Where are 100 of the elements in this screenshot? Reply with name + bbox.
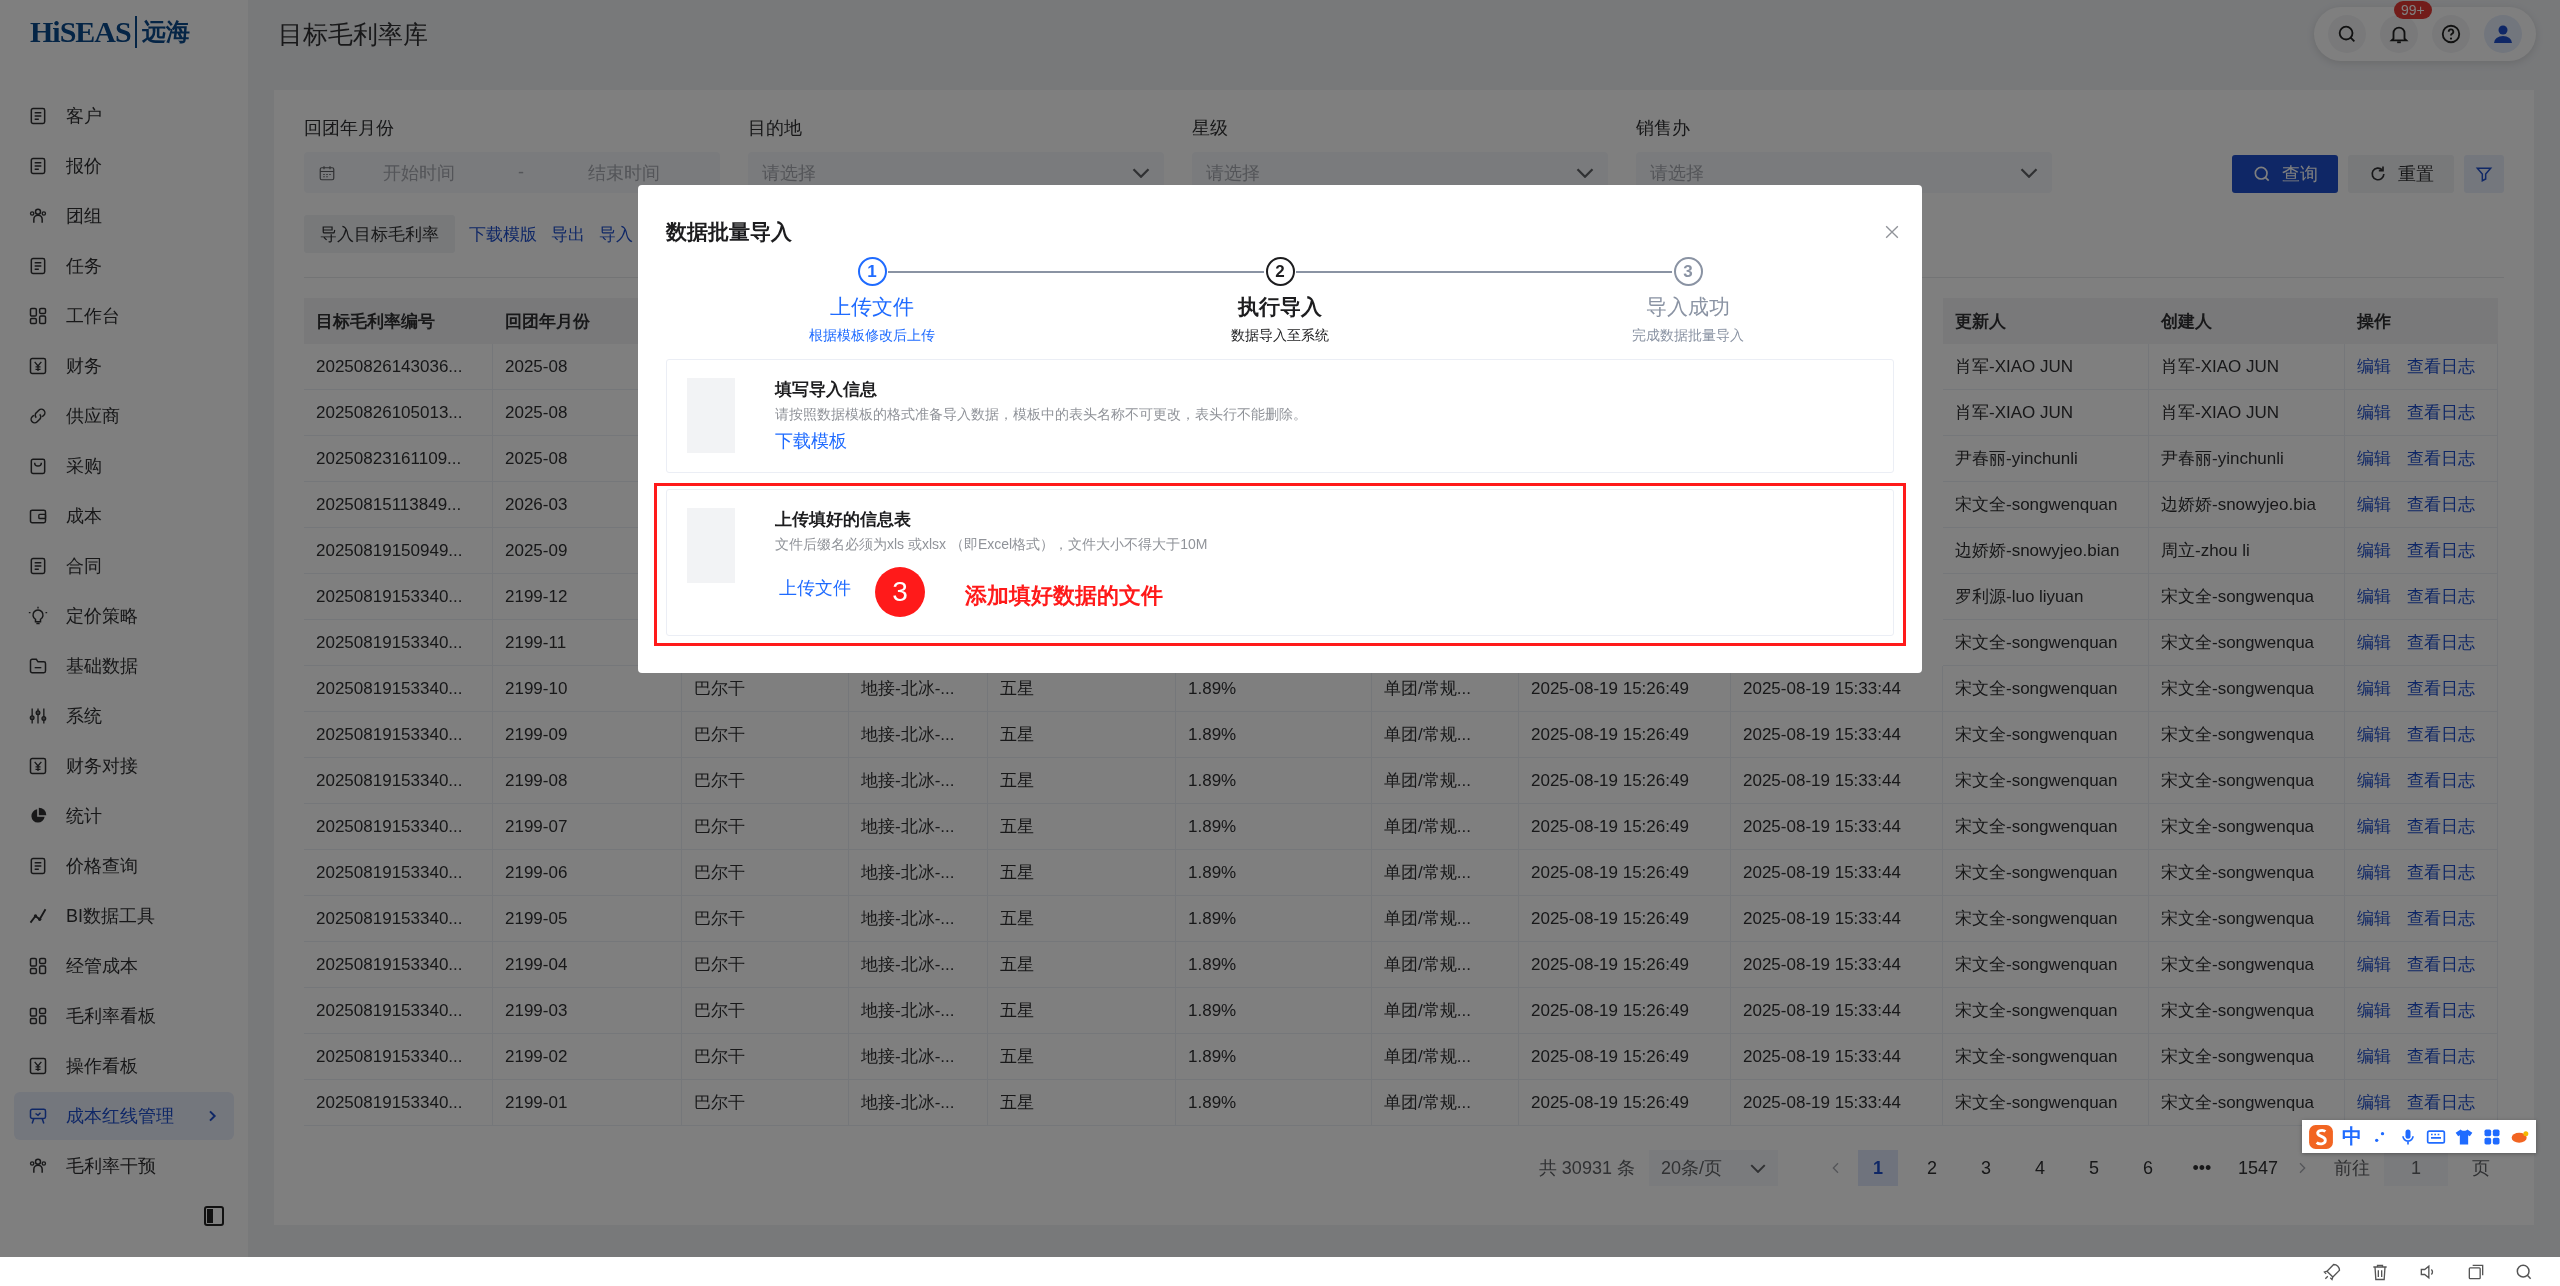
sidebar-item[interactable]: 报价 xyxy=(14,142,234,190)
table-cell: 巴尔干 xyxy=(682,1080,849,1126)
sidebar-item[interactable]: 财务对接 xyxy=(14,742,234,790)
sidebar-item[interactable]: 工作台 xyxy=(14,292,234,340)
sidebar-item[interactable]: 毛利率看板 xyxy=(14,992,234,1040)
calendar-icon xyxy=(318,163,336,182)
row-action-link[interactable]: 查看日志 xyxy=(2407,1045,2475,1068)
toolbar-link[interactable]: 下载模版 xyxy=(469,222,537,246)
sidebar-item[interactable]: 基础数据 xyxy=(14,642,234,690)
sidebar-item[interactable]: 系统 xyxy=(14,692,234,740)
row-action-link[interactable]: 编辑 xyxy=(2357,585,2391,608)
row-action-link[interactable]: 查看日志 xyxy=(2407,953,2475,976)
sidebar-item[interactable]: 统计 xyxy=(14,792,234,840)
row-action-link[interactable]: 查看日志 xyxy=(2407,585,2475,608)
import-button[interactable]: 导入目标毛利率 xyxy=(304,215,455,253)
sidebar-item[interactable]: 采购 xyxy=(14,442,234,490)
sidebar-item[interactable]: 操作看板 xyxy=(14,1042,234,1090)
row-action-link[interactable]: 编辑 xyxy=(2357,447,2391,470)
row-action-link[interactable]: 查看日志 xyxy=(2407,1091,2475,1114)
row-action-link[interactable]: 编辑 xyxy=(2357,815,2391,838)
row-action-link[interactable]: 编辑 xyxy=(2357,493,2391,516)
row-action-link[interactable]: 查看日志 xyxy=(2407,815,2475,838)
toolbar-link[interactable]: 导出 xyxy=(551,222,585,246)
page-number[interactable]: 6 xyxy=(2127,1150,2168,1186)
page-size-select[interactable]: 20条/页 xyxy=(1648,1150,1778,1186)
sidebar-item[interactable]: 供应商 xyxy=(14,392,234,440)
page-number[interactable]: 3 xyxy=(1965,1150,2006,1186)
row-action-link[interactable]: 查看日志 xyxy=(2407,769,2475,792)
sidebar-item[interactable]: 团组 xyxy=(14,192,234,240)
row-action-link[interactable]: 查看日志 xyxy=(2407,723,2475,746)
sidebar-item[interactable]: BI数据工具 xyxy=(14,892,234,940)
row-action-link[interactable]: 编辑 xyxy=(2357,1091,2391,1114)
search-button[interactable] xyxy=(2328,15,2366,53)
row-action-link[interactable]: 编辑 xyxy=(2357,999,2391,1022)
table-cell: 2025-08-19 15:33:44 xyxy=(1731,712,1943,758)
row-action-link[interactable]: 编辑 xyxy=(2357,401,2391,424)
line-chart-icon xyxy=(28,906,48,926)
table-cell: 2025-08-19 15:33:44 xyxy=(1731,942,1943,988)
table-cell: 20250819150949... xyxy=(304,528,493,574)
table-cell: 单团/常规... xyxy=(1372,804,1519,850)
filter-label: 销售办 xyxy=(1636,117,1691,140)
s-logo-icon[interactable] xyxy=(2308,1123,2334,1150)
row-action-link[interactable]: 查看日志 xyxy=(2407,493,2475,516)
page-number[interactable]: ••• xyxy=(2181,1150,2222,1186)
sidebar-item[interactable]: 客户 xyxy=(14,92,234,140)
avatar-button[interactable] xyxy=(2484,15,2522,53)
bell-button[interactable] xyxy=(2380,15,2418,53)
reset-button[interactable]: 重置 xyxy=(2348,155,2454,193)
page-number[interactable]: 5 xyxy=(2073,1150,2114,1186)
row-action-link[interactable]: 查看日志 xyxy=(2407,401,2475,424)
row-action-link[interactable]: 查看日志 xyxy=(2407,631,2475,654)
sidebar-item[interactable]: 成本红线管理 xyxy=(14,1092,234,1140)
sidebar-item[interactable]: 任务 xyxy=(14,242,234,290)
row-action-link[interactable]: 查看日志 xyxy=(2407,861,2475,884)
table-cell: 宋文全-songwenquan xyxy=(1943,712,2149,758)
sidebar-item[interactable]: 成本 xyxy=(14,492,234,540)
row-action-link[interactable]: 编辑 xyxy=(2357,1045,2391,1068)
row-action-link[interactable]: 编辑 xyxy=(2357,539,2391,562)
row-action-link[interactable]: 编辑 xyxy=(2357,631,2391,654)
page-number[interactable]: 1 xyxy=(1857,1150,1898,1186)
grid-icon xyxy=(28,956,48,976)
filter-button[interactable] xyxy=(2464,155,2504,193)
table-cell: 单团/常规... xyxy=(1372,1034,1519,1080)
table-cell: 地接-北冰-... xyxy=(849,758,988,804)
row-action-link[interactable]: 查看日志 xyxy=(2407,539,2475,562)
row-action-link[interactable]: 编辑 xyxy=(2357,861,2391,884)
row-action-link[interactable]: 查看日志 xyxy=(2407,447,2475,470)
query-button[interactable]: 查询 xyxy=(2232,155,2338,193)
sidebar-item[interactable]: 财务 xyxy=(14,342,234,390)
row-action-link[interactable]: 编辑 xyxy=(2357,953,2391,976)
page-number[interactable]: 1547 xyxy=(2235,1150,2280,1186)
link-icon xyxy=(28,406,48,426)
row-action-link[interactable]: 编辑 xyxy=(2357,723,2391,746)
help-button[interactable] xyxy=(2432,15,2470,53)
sidebar-item[interactable]: 定价策略 xyxy=(14,592,234,640)
grid-icon xyxy=(28,306,48,326)
row-action-link[interactable]: 编辑 xyxy=(2357,677,2391,700)
page-number[interactable]: 4 xyxy=(2019,1150,2060,1186)
table-cell: 尹春丽-yinchunli xyxy=(1943,436,2149,482)
row-action-link[interactable]: 查看日志 xyxy=(2407,907,2475,930)
sidebar-item[interactable]: 价格查询 xyxy=(14,842,234,890)
row-action-link[interactable]: 编辑 xyxy=(2357,355,2391,378)
sidebar-item[interactable]: 经管成本 xyxy=(14,942,234,990)
rocket-icon[interactable] xyxy=(2322,1261,2342,1282)
row-action-link[interactable]: 查看日志 xyxy=(2407,677,2475,700)
card-link[interactable]: 下载模板 xyxy=(775,429,847,453)
sidebar-item[interactable]: 毛利率干预 xyxy=(14,1142,234,1190)
sidebar-item[interactable]: 合同 xyxy=(14,542,234,590)
input-mode-toggle[interactable]: 中 xyxy=(2342,1123,2362,1150)
table-cell: 单团/常规... xyxy=(1372,942,1519,988)
page-number[interactable]: 2 xyxy=(1911,1150,1952,1186)
sidebar-toggle-icon[interactable] xyxy=(202,1204,226,1228)
row-action-link[interactable]: 编辑 xyxy=(2357,907,2391,930)
table-cell: 2025-08-19 15:26:49 xyxy=(1519,942,1731,988)
card-link[interactable]: 上传文件 xyxy=(779,576,851,600)
toolbar-link[interactable]: 导入 xyxy=(599,222,633,246)
row-action-link[interactable]: 查看日志 xyxy=(2407,355,2475,378)
chevron-down-icon xyxy=(1132,167,1150,178)
row-action-link[interactable]: 编辑 xyxy=(2357,769,2391,792)
row-action-link[interactable]: 查看日志 xyxy=(2407,999,2475,1022)
